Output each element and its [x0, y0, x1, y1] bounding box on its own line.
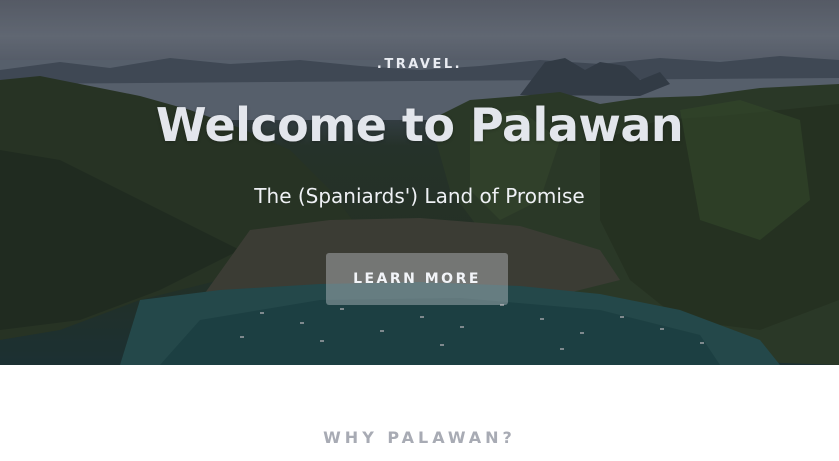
hero-subtitle: The (Spaniards') Land of Promise [254, 184, 585, 208]
section-heading: WHY PALAWAN? [323, 428, 516, 447]
hero-banner: .TRAVEL. Welcome to Palawan The (Spaniar… [0, 0, 839, 365]
hero-title: Welcome to Palawan [155, 98, 684, 152]
learn-more-button[interactable]: LEARN MORE [326, 253, 508, 305]
hero-eyebrow: .TRAVEL. [376, 57, 463, 72]
hero-dark-overlay [0, 0, 839, 365]
